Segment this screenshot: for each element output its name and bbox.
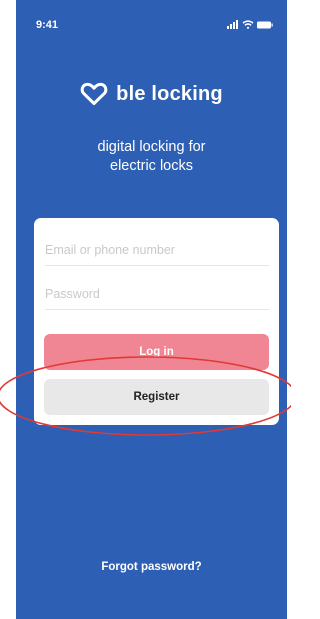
forgot-password-link[interactable]: Forgot password? [16,561,287,573]
brand-name: ble locking [116,82,223,105]
wifi-icon [242,20,254,29]
password-input[interactable] [45,279,269,310]
app-screen: 9:41 ble locking digital locking for ele… [16,0,287,619]
email-input[interactable] [45,235,269,266]
tagline: digital locking for electric locks [16,138,287,176]
signal-icon [227,20,238,29]
status-time: 9:41 [36,19,59,31]
login-button[interactable]: Log in [44,334,269,370]
battery-icon [257,21,273,28]
status-icons [227,20,273,29]
login-card: Log in Register [34,218,279,425]
tagline-line-2: electric locks [110,158,193,174]
status-bar: 9:41 [16,0,287,50]
brand-logo: ble locking [16,82,287,106]
register-button[interactable]: Register [44,379,269,415]
heart-outline-icon [80,82,108,105]
tagline-line-1: digital locking for [97,139,206,155]
